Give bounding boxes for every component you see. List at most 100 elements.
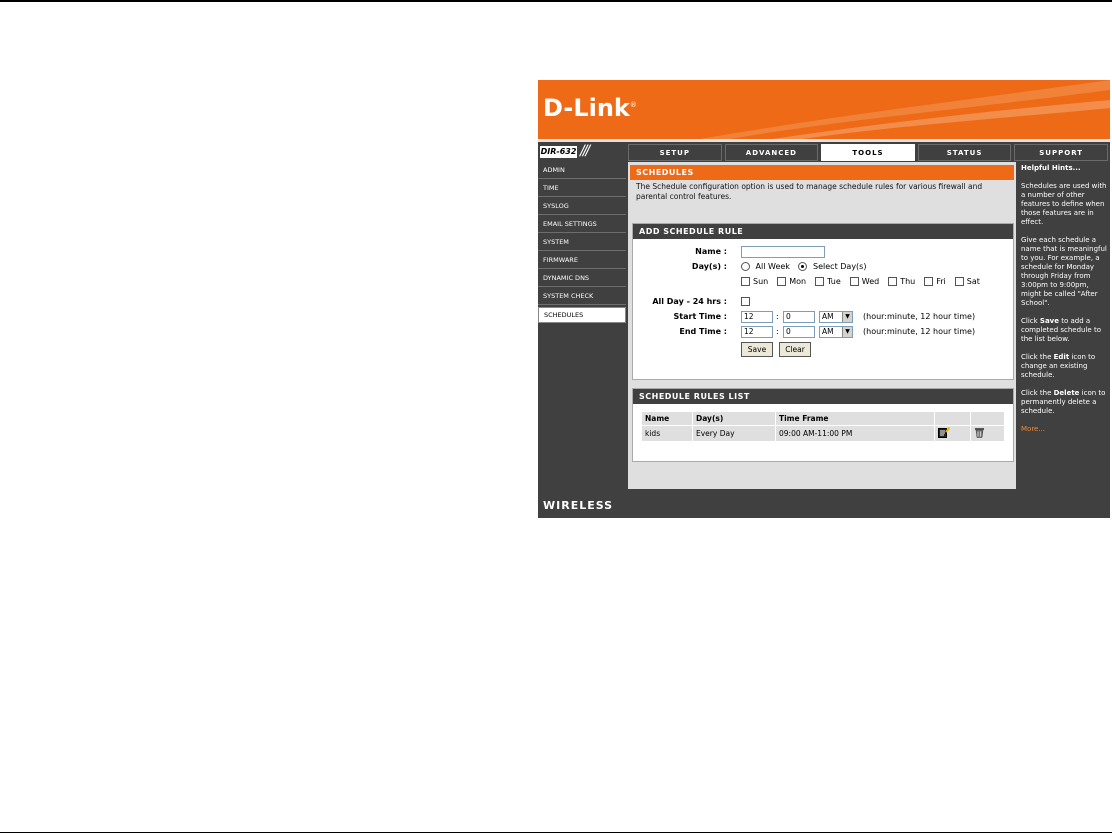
delete-icon[interactable] <box>974 427 985 438</box>
day-checkbox-sun[interactable] <box>741 277 750 286</box>
start-colon: : <box>776 312 779 321</box>
day-checkbox-fri[interactable] <box>924 277 934 286</box>
tab-setup[interactable]: SETUP <box>628 144 722 161</box>
helpful-hints-panel: Helpful Hints... Schedules are used with… <box>1018 162 1110 488</box>
sidebar-item-system-check[interactable]: SYSTEM CHECK <box>538 289 626 305</box>
day-label-sat: Sat <box>966 277 980 286</box>
sidebar-item-time[interactable]: TIME <box>538 181 626 197</box>
all-day-checkbox[interactable] <box>741 297 750 306</box>
save-button[interactable]: Save <box>741 342 773 357</box>
header-time-frame: Time Frame <box>775 411 935 426</box>
select-days-radio[interactable] <box>798 262 808 271</box>
all-day-label: All Day - 24 hrs : <box>652 297 727 306</box>
end-minute-input[interactable]: 0 <box>783 326 815 338</box>
hint-2: Give each schedule a name that is meanin… <box>1021 236 1107 307</box>
day-checkbox-mon[interactable] <box>777 277 787 286</box>
edit-icon[interactable] <box>938 426 951 438</box>
page-bottom-rule <box>0 832 1112 833</box>
model-label: DIR-632 <box>540 146 577 158</box>
sidebar: ADMIN TIME SYSLOG EMAIL SETTINGS SYSTEM FIRMW… <box>538 163 626 325</box>
header-days: Day(s) <box>692 411 776 426</box>
all-week-radio[interactable] <box>741 262 750 271</box>
all-day-row <box>741 297 750 306</box>
end-time-hint: (hour:minute, 12 hour time) <box>863 327 976 336</box>
add-rule-box: ADD SCHEDULE RULE Name : Day(s) : All We… <box>632 223 1014 380</box>
model-bar: DIR-632 /// <box>538 143 625 161</box>
add-rule-title: ADD SCHEDULE RULE <box>633 224 1013 239</box>
sidebar-item-schedules[interactable]: SCHEDULES <box>538 307 626 323</box>
tab-tools[interactable]: TOOLS <box>821 144 915 161</box>
start-minute-input[interactable]: 0 <box>783 311 815 323</box>
end-colon: : <box>776 327 779 336</box>
day-checkbox-wed[interactable] <box>849 277 859 286</box>
day-checkbox-tue[interactable] <box>815 277 825 286</box>
wireless-logo: WIRELESS <box>543 499 614 512</box>
rules-table: Name Day(s) Time Frame kids Every Day 09:0… <box>641 411 1006 442</box>
start-ampm-select[interactable]: AM ▼ <box>819 311 853 323</box>
day-label-sun: Sun <box>753 277 769 286</box>
intro-box: SCHEDULES The Schedule configuration opt… <box>630 165 1014 201</box>
sidebar-item-email-settings[interactable]: EMAIL SETTINGS <box>538 217 626 233</box>
delete-cell <box>969 425 1006 442</box>
router-window: D-Link® DIR-632 /// SETUP ADVANCED TOOLS ST… <box>538 80 1110 518</box>
start-time-hint: (hour:minute, 12 hour time) <box>863 312 976 321</box>
content-area: SCHEDULES The Schedule configuration opt… <box>628 162 1016 489</box>
footer-bar: WIRELESS <box>538 492 1110 518</box>
sidebar-item-admin[interactable]: ADMIN <box>538 163 626 179</box>
cell-days: Every Day <box>692 425 776 442</box>
end-hour-input[interactable]: 12 <box>741 326 773 338</box>
edit-cell <box>934 425 971 442</box>
all-week-label: All Week <box>755 262 790 271</box>
day-label-tue: Tue <box>827 277 841 286</box>
banner: D-Link® <box>538 80 1110 141</box>
sidebar-item-system[interactable]: SYSTEM <box>538 235 626 251</box>
day-checkbox-sat[interactable] <box>954 277 964 286</box>
tab-support[interactable]: SUPPORT <box>1014 144 1108 161</box>
start-ampm-value: AM <box>822 312 834 321</box>
end-time-label: End Time : <box>679 327 727 336</box>
sidebar-item-dynamic-dns[interactable]: DYNAMIC DNS <box>538 271 626 287</box>
end-ampm-select[interactable]: AM ▼ <box>819 326 853 338</box>
day-label-wed: Wed <box>861 277 880 286</box>
name-input[interactable] <box>741 246 825 258</box>
hint-5: Click the Delete icon to permanently del… <box>1021 389 1106 415</box>
more-link[interactable]: More... <box>1021 425 1110 434</box>
day-label-mon: Mon <box>789 277 807 286</box>
table-row: kids Every Day 09:00 AM-11:00 PM <box>641 425 1006 442</box>
header-edit <box>934 411 971 426</box>
day-checkbox-thu[interactable] <box>888 277 898 286</box>
rules-list-title: SCHEDULE RULES LIST <box>633 389 1013 404</box>
hint-3: Click Save to add a completed schedule t… <box>1021 317 1101 343</box>
day-checkbox-row: Sun Mon Tue Wed Thu Fri Sat <box>741 277 989 286</box>
intro-title: SCHEDULES <box>630 165 1014 180</box>
clear-button[interactable]: Clear <box>779 342 811 357</box>
header-name: Name <box>641 411 693 426</box>
page-top-rule <box>0 0 1112 2</box>
cell-name: kids <box>641 425 693 442</box>
days-label: Day(s) : <box>691 262 727 271</box>
cell-time: 09:00 AM-11:00 PM <box>775 425 935 442</box>
select-days-label: Select Day(s) <box>813 262 867 271</box>
header-delete <box>969 411 1006 426</box>
start-time-label: Start Time : <box>673 312 727 321</box>
sidebar-item-syslog[interactable]: SYSLOG <box>538 199 626 215</box>
chevron-down-icon: ▼ <box>842 312 852 322</box>
name-label: Name : <box>695 247 727 256</box>
day-label-thu: Thu <box>900 277 916 286</box>
intro-text: The Schedule configuration option is use… <box>636 182 983 201</box>
tab-advanced[interactable]: ADVANCED <box>724 144 819 161</box>
day-label-fri: Fri <box>936 277 946 286</box>
tab-status[interactable]: STATUS <box>917 144 1012 161</box>
end-ampm-value: AM <box>822 327 834 336</box>
rules-header-row: Name Day(s) Time Frame <box>641 411 1006 426</box>
rules-list-box: SCHEDULE RULES LIST Name Day(s) Time Fra… <box>632 388 1014 462</box>
hint-1: Schedules are used with a number of othe… <box>1021 182 1107 226</box>
chevron-down-icon: ▼ <box>842 327 852 337</box>
dlink-logo: D-Link® <box>543 94 637 122</box>
top-tabs: SETUP ADVANCED TOOLS STATUS SUPPORT <box>628 144 1108 161</box>
start-hour-input[interactable]: 12 <box>741 311 773 323</box>
banner-strip <box>538 139 1110 142</box>
sidebar-item-firmware[interactable]: FIRMWARE <box>538 253 626 269</box>
slashes-decoration: /// <box>580 143 590 159</box>
hint-4: Click the Edit icon to change an existin… <box>1021 353 1096 379</box>
